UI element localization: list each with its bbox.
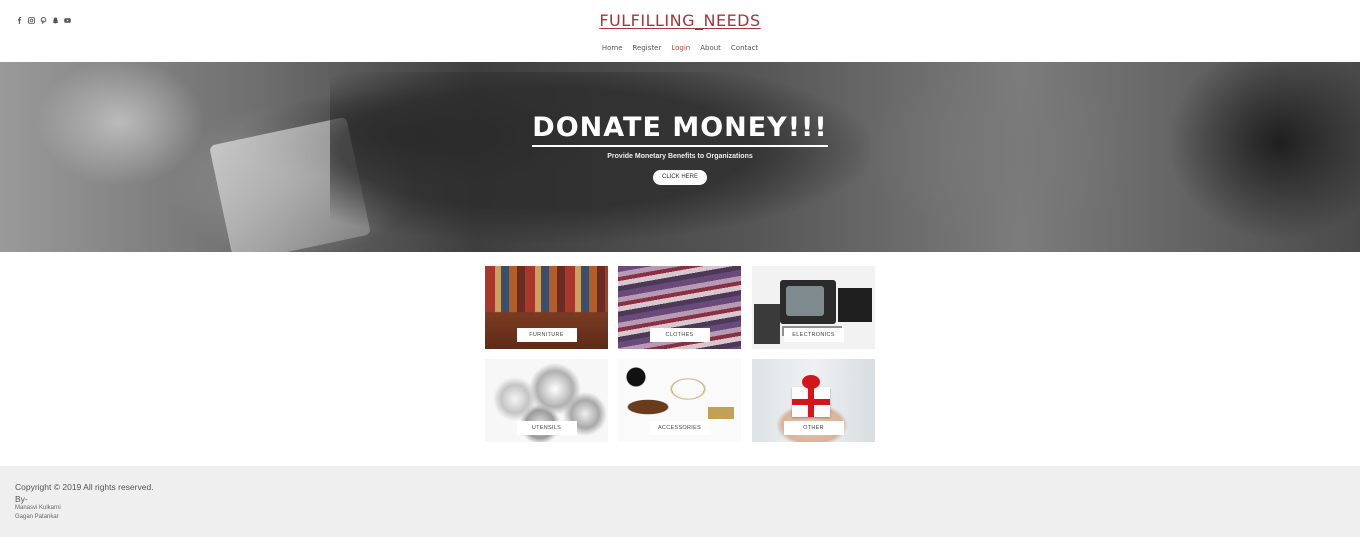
nav-login[interactable]: Login [666, 44, 695, 52]
click-here-button[interactable]: CLICK HERE [653, 170, 707, 185]
category-label[interactable]: ACCESSORIES [649, 421, 710, 435]
hero-subtitle: Provide Monetary Benefits to Organizatio… [607, 153, 753, 160]
category-furniture[interactable]: FURNITURE [485, 266, 608, 349]
category-other[interactable]: OTHER [752, 359, 875, 442]
category-label[interactable]: UTENSILS [516, 421, 577, 435]
copyright-text: Copyright © 2019 All rights reserved. [15, 482, 154, 492]
category-label[interactable]: CLOTHES [649, 328, 710, 342]
nav-contact[interactable]: Contact [726, 44, 763, 52]
site-header: FULFILLING_NEEDS Home Register Login Abo… [0, 0, 1360, 62]
nav-register[interactable]: Register [628, 44, 667, 52]
main-nav: Home Register Login About Contact [0, 44, 1360, 52]
category-utensils[interactable]: UTENSILS [485, 359, 608, 442]
brand-link[interactable]: FULFILLING_NEEDS [599, 11, 760, 30]
site-footer: Copyright © 2019 All rights reserved. By… [0, 466, 1360, 537]
category-label[interactable]: FURNITURE [516, 328, 577, 342]
hero-banner: DONATE MONEY!!! Provide Monetary Benefit… [0, 62, 1360, 252]
category-label[interactable]: OTHER [783, 421, 844, 435]
category-label[interactable]: ELECTRONICS [783, 328, 844, 342]
category-clothes[interactable]: CLOTHES [618, 266, 741, 349]
nav-home[interactable]: Home [597, 44, 628, 52]
author-name: Manasvi Kulkarni [15, 505, 61, 511]
nav-about[interactable]: About [695, 44, 726, 52]
category-grid: FURNITURE CLOTHES ELECTRONICS UTENSILS A… [485, 266, 875, 442]
by-label: By- [15, 494, 28, 504]
category-accessories[interactable]: ACCESSORIES [618, 359, 741, 442]
author-name: Gagan Patankar [15, 514, 59, 520]
category-electronics[interactable]: ELECTRONICS [752, 266, 875, 349]
site-brand: FULFILLING_NEEDS [0, 11, 1360, 31]
hero-title: DONATE MONEY!!! [532, 112, 828, 147]
hero-content: DONATE MONEY!!! Provide Monetary Benefit… [0, 112, 1360, 185]
